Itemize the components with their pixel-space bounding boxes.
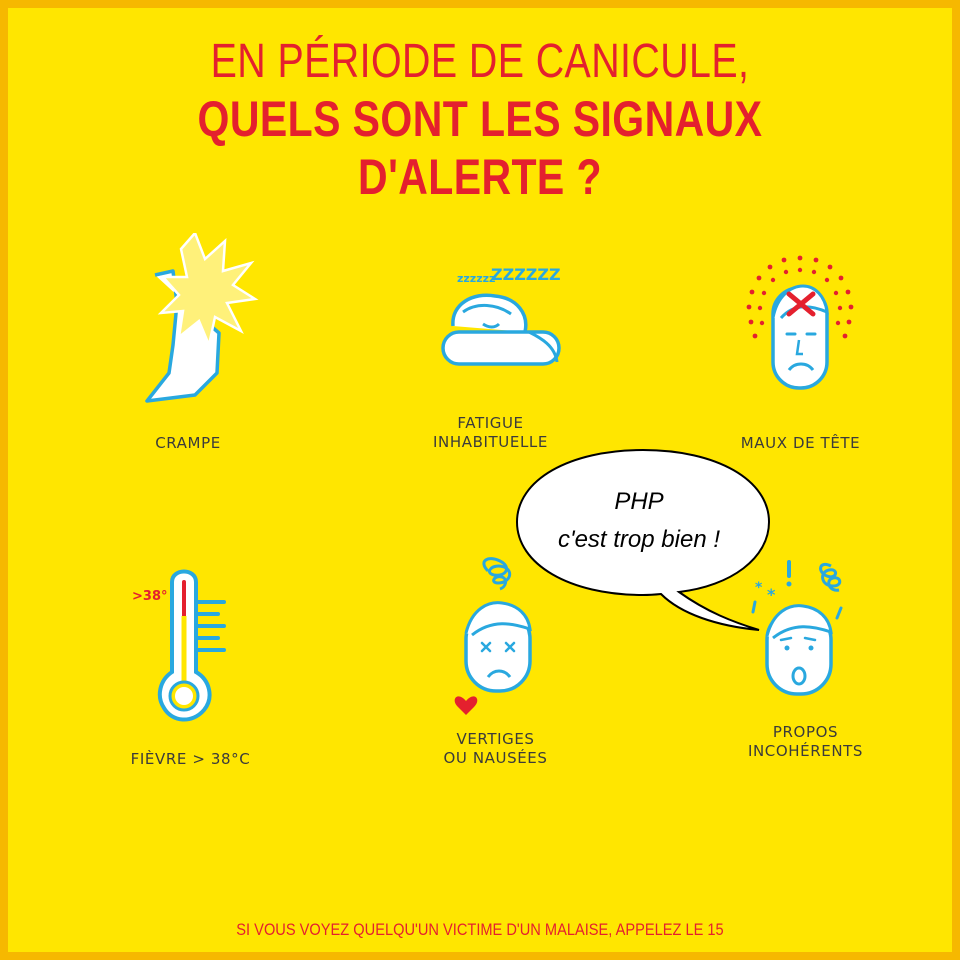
sleeping-icon: zzzzzz ZZZZZZ [441,265,561,366]
poster: EN PÉRIODE DE CANICULE, QUELS SONT LES S… [0,0,960,960]
title-line-2: QUELS SONT LES SIGNAUX D'ALERTE ? [197,91,763,205]
title-line-1: EN PÉRIODE DE CANICULE, [210,35,750,88]
symptom-label-propos: PROPOS INCOHÉRENTS [747,723,864,760]
headache-icon [746,255,854,390]
footer-notice: SI VOUS VOYEZ QUELQU'UN VICTIME D'UN MAL… [236,920,724,939]
symptom-label-vertiges: VERTIGES OU NAUSÉES [443,730,548,767]
speech-bubble-line-1: PHP [614,488,664,515]
symptom-label-crampe: CRAMPE [155,434,221,452]
cramp-foot-icon [145,233,259,403]
thermometer-icon: >38° [132,569,226,722]
thermometer-temp-label: >38° [132,589,167,604]
symptom-label-fievre: FIÈVRE > 38°C [130,750,251,768]
svg-text:ZZZZZZ: ZZZZZZ [491,265,561,284]
speech-bubble-line-2: c'est trop bien ! [558,526,720,553]
svg-text:zzzzzz: zzzzzz [457,272,495,285]
